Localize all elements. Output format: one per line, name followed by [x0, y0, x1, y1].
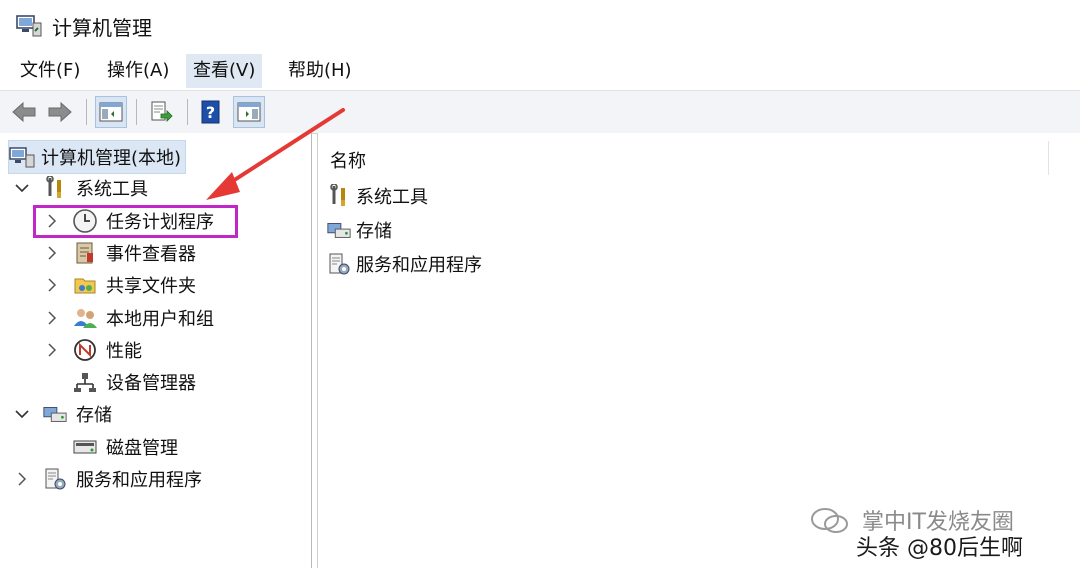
tree-item-label: 设备管理器 — [106, 373, 196, 394]
tree-item-label: 性能 — [106, 341, 142, 362]
tree-item-label: 计算机管理(本地) — [41, 148, 182, 169]
event-viewer-icon — [72, 241, 98, 265]
svg-text:?: ? — [206, 103, 215, 122]
tools-icon — [326, 184, 352, 208]
menu-help[interactable]: 帮助(H) — [281, 54, 359, 88]
export-list-icon[interactable] — [145, 96, 177, 128]
tree-item-label: 事件查看器 — [106, 244, 196, 265]
menu-bar: 文件(F) 操作(A) 查看(V) 帮助(H) — [0, 52, 1080, 90]
tree-item-label: 本地用户和组 — [106, 309, 214, 330]
chevron-right-icon[interactable] — [42, 246, 62, 260]
menu-action[interactable]: 操作(A) — [100, 54, 176, 88]
chevron-right-icon[interactable] — [42, 278, 62, 292]
list-item[interactable]: 服务和应用程序 — [326, 248, 482, 280]
disk-icon — [72, 435, 98, 459]
tree-item-shared-folders[interactable]: 共享文件夹 — [42, 269, 196, 301]
shared-folder-icon — [72, 273, 98, 297]
tools-icon — [42, 176, 68, 200]
watermark-line2: 头条 @80后生啊 — [856, 536, 1023, 561]
menu-view[interactable]: 查看(V) — [186, 54, 263, 88]
tree-item-local-users-groups[interactable]: 本地用户和组 — [42, 302, 214, 334]
show-hide-action-pane-icon[interactable] — [233, 96, 265, 128]
computer-management-icon — [9, 145, 35, 169]
tree-item-label: 服务和应用程序 — [76, 470, 202, 491]
users-icon — [72, 306, 98, 330]
storage-icon — [326, 218, 352, 242]
services-icon — [42, 467, 68, 491]
computer-management-icon — [16, 13, 42, 41]
tree-item-system-tools[interactable]: 系统工具 — [12, 172, 148, 204]
list-item[interactable]: 存储 — [326, 214, 392, 246]
toolbar-separator — [136, 99, 137, 125]
tree-item-event-viewer[interactable]: 事件查看器 — [42, 237, 196, 269]
tree-item-label: 系统工具 — [76, 179, 148, 200]
toolbar-separator — [86, 99, 87, 125]
tree-item-device-manager[interactable]: 设备管理器 — [42, 366, 196, 398]
tree-item-computer-management-local[interactable]: 计算机管理(本地) — [8, 140, 187, 174]
back-arrow-icon[interactable] — [8, 96, 40, 128]
help-icon[interactable]: ? — [195, 96, 227, 128]
forward-arrow-icon[interactable] — [44, 96, 76, 128]
toolbar: ? — [0, 90, 1080, 134]
chevron-right-icon[interactable] — [12, 472, 32, 486]
highlight-box — [33, 205, 238, 238]
title-bar: 计算机管理 — [0, 0, 1080, 52]
chevron-right-icon[interactable] — [42, 311, 62, 325]
performance-icon — [72, 338, 98, 362]
storage-icon — [42, 402, 68, 426]
device-manager-icon — [72, 370, 98, 394]
window-title: 计算机管理 — [52, 16, 152, 40]
show-hide-console-tree-icon[interactable] — [95, 96, 127, 128]
list-item-label: 服务和应用程序 — [356, 255, 482, 276]
tree-item-label: 存储 — [76, 405, 112, 426]
list-item-label: 系统工具 — [356, 187, 428, 208]
list-item-label: 存储 — [356, 221, 392, 242]
tree-item-storage[interactable]: 存储 — [12, 398, 112, 430]
menu-file[interactable]: 文件(F) — [13, 54, 87, 88]
tree-item-disk-management[interactable]: 磁盘管理 — [42, 431, 178, 463]
column-header-label: 名称 — [330, 151, 366, 172]
column-header-name[interactable]: 名称 — [318, 141, 1049, 175]
chevron-right-icon[interactable] — [42, 343, 62, 357]
services-icon — [326, 252, 352, 276]
chevron-down-icon[interactable] — [12, 409, 32, 419]
wechat-icon — [810, 506, 850, 540]
list-item[interactable]: 系统工具 — [326, 180, 428, 212]
tree-item-performance[interactable]: 性能 — [42, 334, 142, 366]
chevron-down-icon[interactable] — [12, 183, 32, 193]
tree-item-services-applications[interactable]: 服务和应用程序 — [12, 463, 202, 495]
watermark: 掌中IT发烧友圈 头条 @80后生啊 — [810, 500, 1070, 561]
toolbar-separator — [187, 99, 188, 125]
tree-item-label: 共享文件夹 — [106, 276, 196, 297]
tree-item-label: 磁盘管理 — [106, 438, 178, 459]
